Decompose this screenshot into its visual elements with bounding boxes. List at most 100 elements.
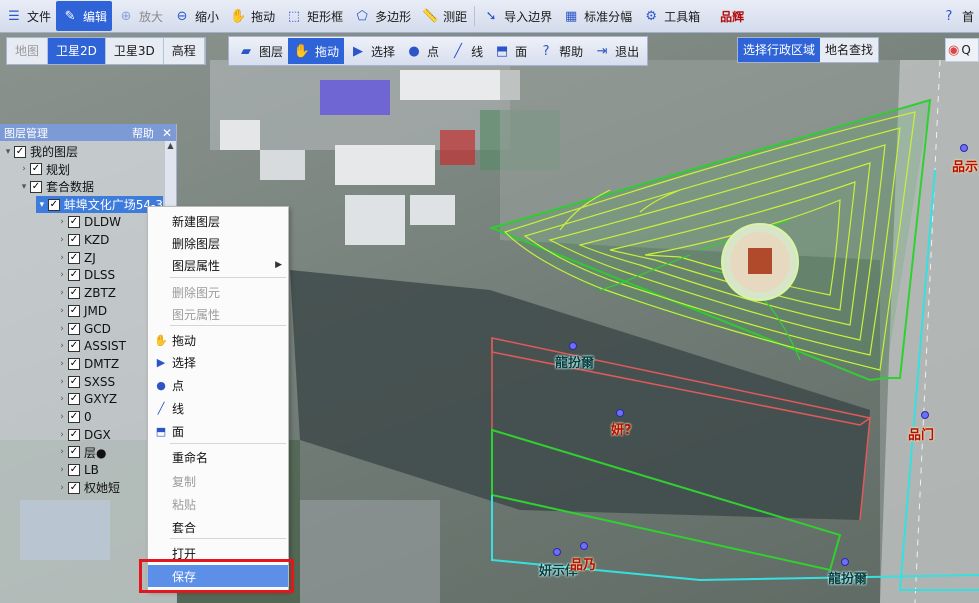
layer-visibility-checkbox[interactable]: ✓: [68, 234, 80, 246]
map-point-marker[interactable]: [580, 542, 588, 550]
layer-visibility-checkbox[interactable]: ✓: [68, 393, 80, 406]
chevron-right-icon[interactable]: ›: [56, 447, 68, 457]
chevron-right-icon[interactable]: ›: [56, 306, 68, 316]
layer-visibility-checkbox[interactable]: ✓: [30, 163, 42, 176]
layer-visibility-checkbox[interactable]: ✓: [30, 180, 42, 193]
toolbar-import-boundary[interactable]: ➘ 导入边界: [477, 1, 557, 31]
qq-button[interactable]: ◉ Q: [945, 38, 979, 62]
chevron-right-icon[interactable]: ›: [56, 341, 68, 351]
maptype-elevation[interactable]: 高程: [164, 38, 205, 64]
zoom-in-icon: ⊕: [120, 8, 132, 24]
layer-visibility-checkbox[interactable]: ✓: [68, 375, 80, 388]
map-point-marker[interactable]: [921, 411, 929, 419]
polygon-select-icon: ⬠: [356, 8, 368, 24]
layer-visibility-checkbox[interactable]: ✓: [68, 446, 80, 459]
chevron-right-icon[interactable]: ›: [56, 359, 68, 369]
maptype-satellite-2d[interactable]: 卫星2D: [48, 38, 106, 64]
tool-pan[interactable]: ✋ 拖动: [288, 38, 345, 64]
map-point-marker[interactable]: [569, 342, 577, 350]
layer-visibility-checkbox[interactable]: ✓: [68, 251, 80, 264]
chevron-right-icon[interactable]: ›: [56, 270, 68, 280]
chevron-down-icon[interactable]: ▾: [36, 200, 48, 210]
layer-visibility-checkbox[interactable]: ✓: [68, 464, 80, 477]
menu-item[interactable]: ▶ 选择: [148, 351, 288, 373]
layer-visibility-checkbox[interactable]: ✓: [68, 428, 80, 441]
menu-item[interactable]: ● 点: [148, 374, 288, 396]
layer-visibility-checkbox[interactable]: ✓: [68, 357, 80, 370]
map-point-marker[interactable]: [553, 548, 561, 556]
toolbar-help[interactable]: ? 首: [935, 1, 979, 31]
toolbar-standard-sheet[interactable]: ▦ 标准分幅: [557, 1, 637, 31]
chevron-right-icon[interactable]: ›: [56, 483, 68, 493]
layer-visibility-checkbox[interactable]: ✓: [68, 269, 80, 282]
polygon-icon: ⬒: [155, 424, 167, 438]
layer-visibility-checkbox[interactable]: ✓: [68, 340, 80, 353]
submenu-arrow-icon: ▶: [275, 260, 282, 270]
tool-help[interactable]: ? 帮助: [532, 38, 588, 64]
menu-item[interactable]: 新建图层: [148, 210, 288, 232]
tool-polygon[interactable]: ⬒ 面: [488, 38, 532, 64]
layer-visibility-checkbox[interactable]: ✓: [68, 304, 80, 317]
point-pin-icon: ●: [156, 378, 166, 392]
polygon-icon: ⬒: [495, 43, 509, 59]
qq-icon: ◉: [948, 42, 960, 58]
chevron-right-icon[interactable]: ›: [56, 217, 68, 227]
menu-item[interactable]: 重命名: [148, 446, 288, 468]
menu-item[interactable]: 套合: [148, 516, 288, 538]
layer-panel-help-link[interactable]: 帮助: [132, 125, 154, 141]
close-icon[interactable]: ✕: [162, 126, 172, 140]
menu-item[interactable]: 删除图层: [148, 232, 288, 254]
toolbar-zoom-in[interactable]: ⊕ 放大: [112, 1, 168, 31]
tool-point[interactable]: ● 点: [400, 38, 444, 64]
layer-tree-node-selected[interactable]: ▾ ✓ 蚌埠文化广场54-3: [36, 196, 163, 214]
tab-select-region[interactable]: 选择行政区域: [738, 38, 821, 62]
menu-item[interactable]: ⬒ 面: [148, 420, 288, 442]
layer-visibility-checkbox[interactable]: ✓: [68, 411, 80, 423]
layer-tree-label: JMD: [84, 303, 108, 318]
chevron-right-icon[interactable]: ›: [56, 430, 68, 440]
chevron-right-icon[interactable]: ›: [56, 377, 68, 387]
layer-visibility-checkbox[interactable]: ✓: [14, 145, 26, 158]
layer-visibility-checkbox[interactable]: ✓: [47, 198, 60, 211]
chevron-right-icon[interactable]: ›: [56, 324, 68, 334]
toolbar-polygon-select[interactable]: ⬠ 多边形: [348, 1, 416, 31]
tab-place-search[interactable]: 地名查找: [820, 38, 879, 62]
toolbar-toolbox[interactable]: ⚙ 工具箱: [637, 1, 705, 31]
map-point-marker[interactable]: [841, 558, 849, 566]
layer-visibility-checkbox[interactable]: ✓: [68, 481, 80, 494]
chevron-down-icon[interactable]: ▾: [2, 147, 14, 157]
layer-tree-node[interactable]: › ✓ 规划: [18, 161, 163, 178]
chevron-right-icon[interactable]: ›: [56, 235, 68, 245]
menu-item[interactable]: 图层属性 ▶: [148, 254, 288, 276]
chevron-right-icon[interactable]: ›: [56, 412, 68, 422]
menu-item[interactable]: ╱ 线: [148, 397, 288, 419]
tool-line[interactable]: ╱ 线: [444, 38, 488, 64]
layer-visibility-checkbox[interactable]: ✓: [68, 216, 80, 229]
chevron-right-icon[interactable]: ›: [56, 394, 68, 404]
maptype-satellite-3d[interactable]: 卫星3D: [106, 38, 164, 64]
maptype-map[interactable]: 地图: [7, 38, 49, 64]
toolbar-rectangle-select[interactable]: ⬚ 矩形框: [280, 1, 348, 31]
layer-visibility-checkbox[interactable]: ✓: [68, 287, 80, 300]
tool-select[interactable]: ▶ 选择: [344, 38, 400, 64]
toolbar-file[interactable]: ☰ 文件: [0, 1, 56, 31]
chevron-down-icon[interactable]: ▾: [18, 182, 30, 192]
tool-exit[interactable]: ⇥ 退出: [588, 38, 644, 64]
layer-tree-node[interactable]: ▾ ✓ 我的图层: [2, 143, 163, 160]
chevron-right-icon[interactable]: ›: [56, 465, 68, 475]
menu-item[interactable]: ✋ 拖动: [148, 329, 288, 351]
toolbar-pan[interactable]: ✋ 拖动: [224, 1, 280, 31]
map-point-marker[interactable]: [616, 409, 624, 417]
chevron-right-icon[interactable]: ›: [18, 164, 30, 174]
toolbar-zoom-out[interactable]: ⊖ 缩小: [168, 1, 224, 31]
chevron-right-icon[interactable]: ›: [56, 288, 68, 298]
toolbar-measure[interactable]: 📏 测距: [416, 1, 472, 31]
layer-visibility-checkbox[interactable]: ✓: [68, 322, 80, 335]
toolbar-edit[interactable]: ✎ 编辑: [56, 1, 113, 31]
scroll-up-icon[interactable]: ▲: [165, 141, 176, 153]
tool-layers[interactable]: ▰ 图层: [232, 38, 288, 64]
menu-item-label: 面: [172, 424, 185, 439]
layer-tree-node[interactable]: ▾ ✓ 套合数据: [18, 178, 163, 195]
chevron-right-icon[interactable]: ›: [56, 253, 68, 263]
map-point-marker[interactable]: [960, 144, 968, 152]
